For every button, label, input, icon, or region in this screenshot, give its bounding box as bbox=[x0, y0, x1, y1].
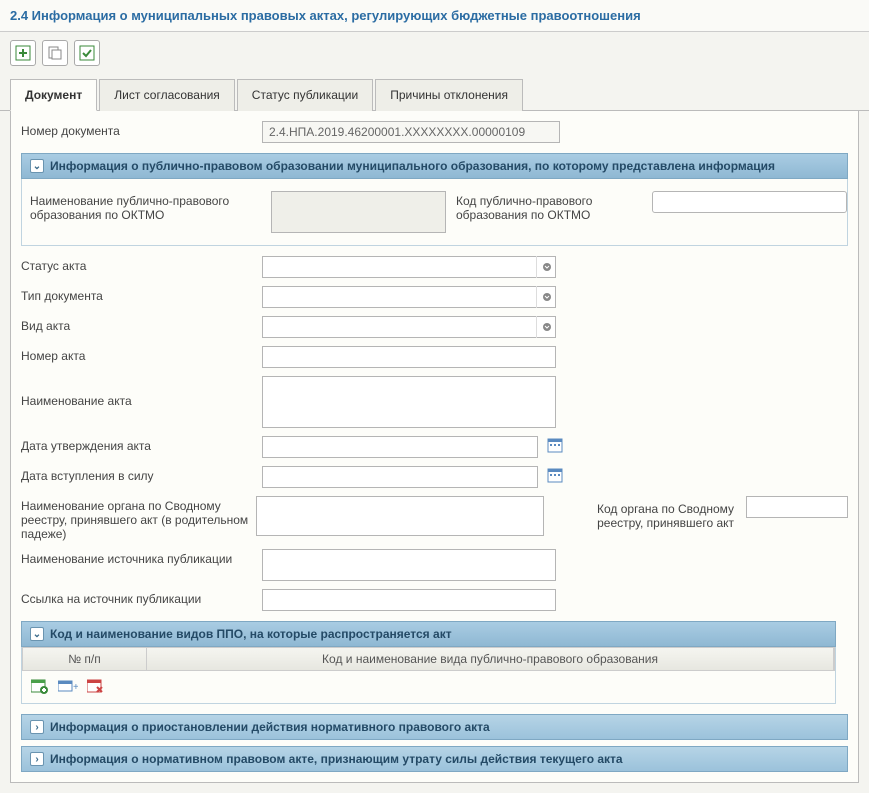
calendar-icon[interactable] bbox=[546, 436, 564, 454]
source-name-label: Наименование источника публикации bbox=[21, 549, 256, 566]
act-status-select[interactable] bbox=[262, 256, 556, 278]
doc-number-label: Номер документа bbox=[21, 121, 256, 138]
ppo-code-input[interactable] bbox=[652, 191, 847, 213]
section4-title: Информация о нормативном правовом акте, … bbox=[50, 752, 623, 766]
check-icon bbox=[79, 45, 95, 61]
tab-document[interactable]: Документ bbox=[10, 79, 97, 111]
collapse-icon: ⌄ bbox=[30, 627, 44, 641]
tabs: Документ Лист согласования Статус публик… bbox=[0, 78, 869, 111]
grid-add-button[interactable] bbox=[30, 677, 50, 695]
act-name-label: Наименование акта bbox=[21, 376, 256, 408]
expand-icon: › bbox=[30, 752, 44, 766]
toolbar bbox=[0, 32, 869, 74]
add-button[interactable] bbox=[10, 40, 36, 66]
calendar-icon[interactable] bbox=[546, 466, 564, 484]
ppo-name-label: Наименование публично-правового образова… bbox=[30, 191, 265, 222]
source-link-input[interactable] bbox=[262, 589, 556, 611]
grid-toolbar: + bbox=[30, 671, 827, 695]
tab-status[interactable]: Статус публикации bbox=[237, 79, 373, 111]
organ-code-label: Код органа по Сводному реестру, принявше… bbox=[550, 496, 740, 530]
doc-number-input[interactable] bbox=[262, 121, 560, 143]
copy-icon bbox=[47, 45, 63, 61]
grid-delete-button[interactable] bbox=[86, 677, 106, 695]
section3-title: Информация о приостановлении действия но… bbox=[50, 720, 490, 734]
chevron-down-icon bbox=[536, 316, 556, 338]
section2-body: № п/п Код и наименование вида публично-п… bbox=[21, 647, 836, 704]
approval-date-label: Дата утверждения акта bbox=[21, 436, 256, 453]
section2-title: Код и наименование видов ППО, на которые… bbox=[50, 627, 452, 641]
grid-col-name: Код и наименование вида публично-правово… bbox=[147, 648, 834, 670]
organ-name-input[interactable] bbox=[256, 496, 543, 536]
act-number-input[interactable] bbox=[262, 346, 556, 368]
act-status-label: Статус акта bbox=[21, 256, 256, 273]
organ-code-input[interactable] bbox=[746, 496, 848, 518]
approval-date-input[interactable] bbox=[262, 436, 538, 458]
doc-type-label: Тип документа bbox=[21, 286, 256, 303]
act-kind-input[interactable] bbox=[262, 316, 556, 338]
source-link-label: Ссылка на источник публикации bbox=[21, 589, 256, 606]
copy-button[interactable] bbox=[42, 40, 68, 66]
act-kind-label: Вид акта bbox=[21, 316, 256, 333]
doc-type-select[interactable] bbox=[262, 286, 556, 308]
section3-header[interactable]: › Информация о приостановлении действия … bbox=[21, 714, 848, 740]
check-button[interactable] bbox=[74, 40, 100, 66]
section1-body: Наименование публично-правового образова… bbox=[21, 179, 848, 246]
effect-date-label: Дата вступления в силу bbox=[21, 466, 256, 483]
section1-title: Информация о публично-правовом образован… bbox=[50, 159, 775, 173]
section2-header[interactable]: ⌄ Код и наименование видов ППО, на котор… bbox=[21, 621, 836, 647]
act-status-input[interactable] bbox=[262, 256, 556, 278]
collapse-icon: ⌄ bbox=[30, 159, 44, 173]
grid-col-number: № п/п bbox=[23, 648, 147, 670]
grid-header: № п/п Код и наименование вида публично-п… bbox=[22, 647, 835, 671]
section1-header[interactable]: ⌄ Информация о публично-правовом образов… bbox=[21, 153, 848, 179]
section4-header[interactable]: › Информация о нормативном правовом акте… bbox=[21, 746, 848, 772]
grid-add-row-button[interactable]: + bbox=[58, 677, 78, 695]
ppo-code-label: Код публично-правового образования по ОК… bbox=[456, 191, 646, 222]
act-number-label: Номер акта bbox=[21, 346, 256, 363]
ppo-name-input[interactable] bbox=[271, 191, 446, 233]
effect-date-input[interactable] bbox=[262, 466, 538, 488]
expand-icon: › bbox=[30, 720, 44, 734]
svg-text:+: + bbox=[73, 682, 78, 693]
doc-type-input[interactable] bbox=[262, 286, 556, 308]
chevron-down-icon bbox=[536, 256, 556, 278]
act-kind-select[interactable] bbox=[262, 316, 556, 338]
source-name-input[interactable] bbox=[262, 549, 556, 581]
add-icon bbox=[15, 45, 31, 61]
chevron-down-icon bbox=[536, 286, 556, 308]
page-title: 2.4 Информация о муниципальных правовых … bbox=[0, 0, 869, 32]
document-panel: Номер документа ⌄ Информация о публично-… bbox=[10, 111, 859, 783]
tab-approval[interactable]: Лист согласования bbox=[99, 79, 235, 111]
organ-name-label: Наименование органа по Сводному реестру,… bbox=[21, 496, 250, 541]
tab-reasons[interactable]: Причины отклонения bbox=[375, 79, 523, 111]
act-name-input[interactable] bbox=[262, 376, 556, 428]
